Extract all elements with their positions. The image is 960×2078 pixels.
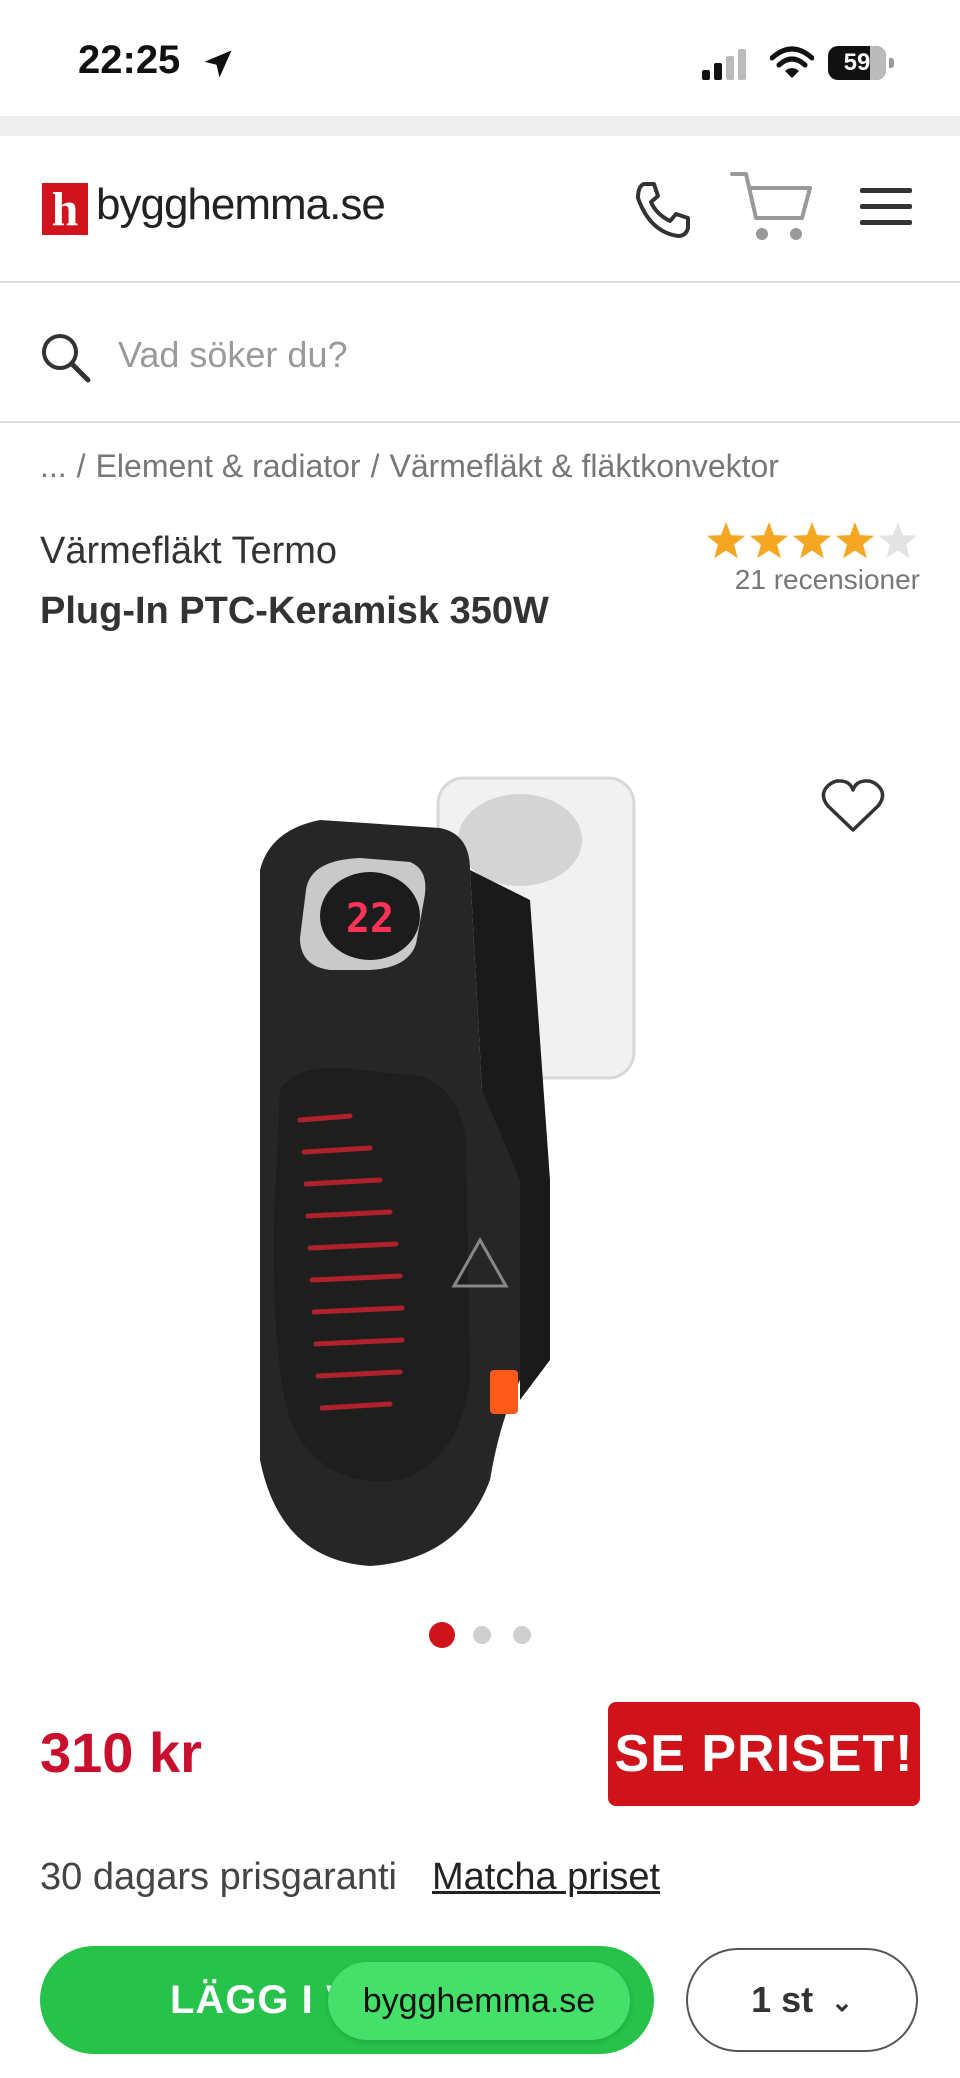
carousel-dot[interactable] bbox=[429, 1622, 455, 1648]
heart-icon[interactable] bbox=[820, 776, 886, 836]
location-arrow-icon bbox=[204, 50, 232, 78]
logo-mark[interactable]: h bbox=[42, 183, 88, 236]
product-title-line2: Plug-In PTC-Keramisk 350W bbox=[40, 590, 549, 632]
star-icon bbox=[836, 522, 874, 559]
star-icon bbox=[879, 522, 917, 559]
phone-icon[interactable] bbox=[630, 178, 694, 242]
breadcrumb-ellipsis[interactable]: ... bbox=[40, 448, 67, 484]
star-icon bbox=[750, 522, 788, 559]
product-title-line1: Värmefläkt Termo bbox=[40, 530, 338, 572]
breadcrumb-item-varmeflakt[interactable]: Värmefläkt & fläktkonvektor bbox=[389, 448, 778, 484]
wifi-icon bbox=[770, 46, 814, 78]
cart-icon[interactable] bbox=[730, 168, 816, 246]
battery-level: 59 bbox=[843, 49, 871, 76]
star-icon bbox=[707, 522, 745, 559]
price-guarantee-text: 30 dagars prisgaranti bbox=[40, 1856, 397, 1898]
star-icon bbox=[793, 522, 831, 559]
breadcrumb: ... / Element & radiator / Värmefläkt & fläk… bbox=[40, 448, 779, 484]
product-price: 310 kr bbox=[40, 1721, 202, 1784]
match-price-link[interactable]: Matcha priset bbox=[432, 1856, 660, 1899]
see-price-button[interactable]: SE PRISET! bbox=[608, 1702, 920, 1806]
search-input[interactable] bbox=[118, 330, 898, 380]
heater-display: 22 bbox=[346, 896, 394, 942]
quantity-select[interactable]: 1 st ⌄ bbox=[686, 1948, 918, 2052]
product-image[interactable]: 22 bbox=[220, 760, 740, 1600]
site-toast[interactable]: bygghemma.se bbox=[328, 1962, 630, 2040]
battery-icon: 59 bbox=[828, 46, 894, 80]
review-count-link[interactable]: 21 recensioner bbox=[600, 564, 920, 596]
rating-stars[interactable] bbox=[704, 520, 920, 564]
menu-icon[interactable] bbox=[858, 184, 914, 230]
search-divider bbox=[0, 421, 960, 423]
logo-text[interactable]: bygghemma.se bbox=[96, 180, 386, 230]
chevron-down-icon: ⌄ bbox=[831, 1986, 853, 2017]
header-divider bbox=[0, 281, 960, 283]
carousel-dot[interactable] bbox=[473, 1626, 491, 1644]
search-icon bbox=[42, 334, 91, 383]
quantity-value: 1 st bbox=[751, 1979, 814, 2020]
top-divider-band bbox=[0, 116, 960, 136]
status-time: 22:25 bbox=[78, 38, 181, 82]
carousel-dots[interactable] bbox=[426, 1620, 546, 1650]
breadcrumb-item-element-radiator[interactable]: Element & radiator bbox=[96, 448, 361, 484]
signal-icon bbox=[702, 49, 746, 80]
carousel-dot[interactable] bbox=[513, 1626, 531, 1644]
